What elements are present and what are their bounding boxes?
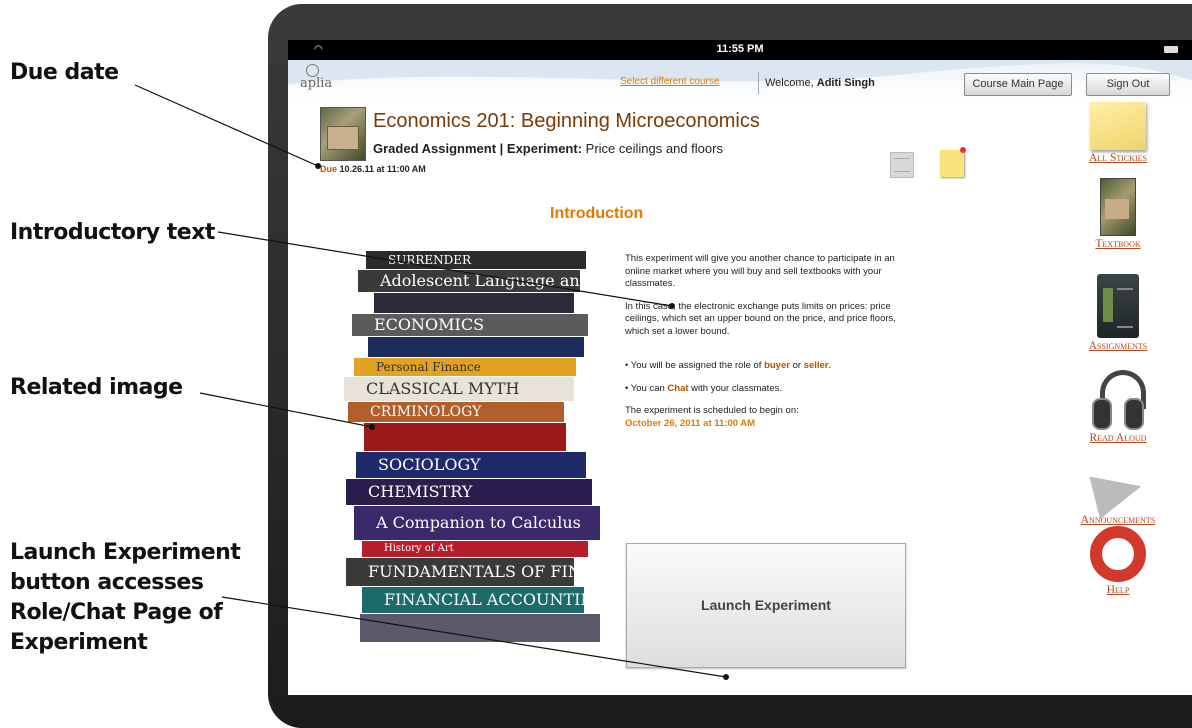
book-spine: CHEMISTRY bbox=[346, 479, 592, 505]
battery-icon bbox=[1164, 46, 1178, 53]
chat-bullet: • You can Chat with your classmates. bbox=[625, 383, 910, 396]
megaphone-icon bbox=[1086, 450, 1150, 512]
due-label: Due bbox=[320, 164, 338, 174]
lifebuoy-icon bbox=[1090, 526, 1146, 582]
sidebar-item-textbook[interactable]: Textbook bbox=[1078, 178, 1158, 250]
role-bullet: • You will be assigned the role of buyer… bbox=[625, 360, 910, 373]
course-main-page-button[interactable]: Course Main Page bbox=[964, 73, 1072, 96]
top-nav: aplia Select different course Welcome, A… bbox=[288, 60, 1192, 100]
intro-paragraph: In this case, the electronic exchange pu… bbox=[625, 300, 896, 337]
sidebar-label: Help bbox=[1106, 584, 1130, 596]
role-seller: seller bbox=[803, 360, 829, 371]
add-sticky-icon[interactable] bbox=[940, 147, 966, 177]
headphones-cup bbox=[1124, 398, 1144, 430]
sign-out-button[interactable]: Sign Out bbox=[1086, 73, 1170, 96]
due-value: 10.26.11 at 11:00 AM bbox=[337, 164, 426, 174]
callout-launch-line: button accesses bbox=[10, 570, 204, 595]
sidebar-label: Assignments bbox=[1088, 340, 1148, 352]
book-title: A Companion to Calculus bbox=[376, 513, 581, 532]
book-title: Personal Finance bbox=[376, 360, 481, 374]
sidebar-label: Read Aloud bbox=[1089, 432, 1147, 444]
welcome-prefix: Welcome, bbox=[765, 77, 817, 89]
sidebar-label: All Stickies bbox=[1088, 152, 1147, 164]
chat-suffix: with your classmates. bbox=[688, 382, 782, 394]
book-spine: SOCIOLOGY bbox=[356, 452, 586, 478]
book-title: Adolescent Language and Learning bbox=[380, 271, 580, 290]
book-spine: A Companion to Calculus bbox=[354, 506, 600, 540]
intro-paragraph: This experiment will give you another ch… bbox=[625, 253, 895, 289]
course-title: Economics 201: Beginning Microeconomics bbox=[373, 110, 760, 132]
callout-launch-line: Experiment bbox=[10, 630, 148, 655]
book-spine: CRIMINOLOGY bbox=[348, 402, 564, 422]
assignment-name: Price ceilings and floors bbox=[582, 141, 723, 156]
headphones-icon bbox=[1090, 368, 1146, 430]
schedule-date: October 26, 2011 at 11:00 AM bbox=[625, 417, 756, 429]
course-textbook-thumbnail bbox=[320, 107, 366, 161]
book-spine bbox=[374, 293, 574, 313]
book-spine: FUNDAMENTALS OF FINANCIAL MANAGEMENT bbox=[346, 558, 574, 586]
sidebar-item-all-stickies[interactable]: All Stickies bbox=[1078, 102, 1158, 164]
role-prefix: • You will be assigned the role of bbox=[625, 360, 765, 371]
user-name: Aditi Singh bbox=[816, 77, 875, 89]
role-buyer: buyer bbox=[764, 360, 790, 371]
sidebar-label: Textbook bbox=[1095, 238, 1141, 250]
notes-icon[interactable] bbox=[890, 152, 914, 178]
book-spine: CLASSICAL MYTH bbox=[344, 377, 574, 401]
sidebar-item-read-aloud[interactable]: Read Aloud bbox=[1078, 368, 1158, 444]
book-spine bbox=[364, 423, 566, 451]
callout-due-date: Due date bbox=[10, 60, 119, 85]
callout-related-image: Related image bbox=[10, 375, 183, 400]
book-spine: Adolescent Language and Learning bbox=[358, 270, 580, 292]
callout-launch-button: Launch Experiment button accesses Role/C… bbox=[10, 538, 260, 658]
headphones-cup bbox=[1092, 398, 1112, 430]
launch-experiment-button[interactable]: Launch Experiment bbox=[626, 543, 906, 668]
book-title: CHEMISTRY bbox=[368, 482, 473, 501]
assignments-icon bbox=[1097, 274, 1139, 338]
textbook-icon bbox=[1100, 178, 1136, 236]
chat-word: Chat bbox=[667, 382, 689, 394]
welcome-text: Welcome, Aditi Singh bbox=[758, 72, 875, 94]
sticky-note-icon bbox=[1090, 102, 1146, 150]
book-title: SOCIOLOGY bbox=[378, 455, 481, 474]
book-title: History of Art bbox=[384, 543, 454, 554]
callout-intro-text: Introductory text bbox=[10, 220, 215, 245]
textbook-stack-image: SURRENDER Adolescent Language and Learnin… bbox=[344, 251, 608, 671]
intro-heading: Introduction bbox=[550, 205, 644, 222]
book-spine: Personal Finance bbox=[354, 358, 576, 376]
role-end: . bbox=[828, 360, 832, 371]
legal-fine-print bbox=[338, 64, 339, 71]
sidebar-item-announcements[interactable]: Announcements bbox=[1078, 450, 1158, 526]
book-title: SURRENDER bbox=[388, 253, 472, 267]
assignment-type: Graded Assignment | Experiment: bbox=[373, 141, 583, 156]
sidebar-item-help[interactable]: Help bbox=[1078, 526, 1158, 596]
aplia-logo[interactable]: aplia bbox=[300, 76, 332, 91]
book-title: CRIMINOLOGY bbox=[370, 404, 482, 420]
book-spine: ECONOMICS bbox=[352, 314, 588, 336]
role-or: or bbox=[789, 360, 804, 371]
book-title: ECONOMICS bbox=[374, 315, 485, 334]
book-title: FUNDAMENTALS OF FINANCIAL MANAGEMENT bbox=[368, 562, 574, 581]
chat-prefix: • You can bbox=[625, 382, 668, 394]
book-title: FINANCIAL ACCOUNTING bbox=[384, 590, 584, 609]
due-date: Due 10.26.11 at 11:00 AM bbox=[320, 164, 426, 174]
book-title: CLASSICAL MYTH bbox=[366, 379, 520, 398]
book-spine: SURRENDER bbox=[366, 251, 586, 269]
book-spine: FINANCIAL ACCOUNTING bbox=[362, 587, 584, 613]
app-screen: ◠ 11:55 PM aplia Select different course… bbox=[288, 40, 1192, 695]
select-course-link[interactable]: Select different course bbox=[620, 76, 719, 87]
status-time: 11:55 PM bbox=[716, 43, 764, 55]
intro-text: This experiment will give you another ch… bbox=[625, 253, 910, 430]
callout-launch-line: Role/Chat Page of bbox=[10, 600, 223, 625]
status-bar: ◠ 11:55 PM bbox=[288, 40, 1192, 60]
schedule-label: The experiment is scheduled to begin on: bbox=[625, 405, 799, 416]
sidebar-label: Announcements bbox=[1080, 514, 1156, 526]
sidebar-item-assignments[interactable]: Assignments bbox=[1078, 274, 1158, 352]
book-spine bbox=[360, 614, 600, 642]
assignment-subtitle: Graded Assignment | Experiment: Price ce… bbox=[373, 141, 723, 156]
book-spine: History of Art bbox=[362, 541, 588, 557]
callout-launch-line: Launch Experiment bbox=[10, 540, 241, 565]
book-spine bbox=[368, 337, 584, 357]
